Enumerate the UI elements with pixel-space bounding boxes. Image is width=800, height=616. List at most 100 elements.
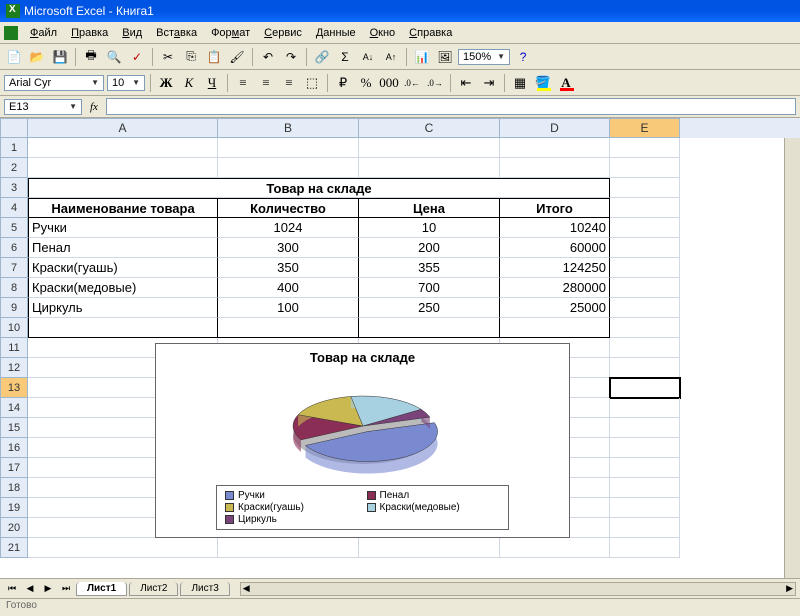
row-header[interactable]: 1 <box>0 138 28 158</box>
cell[interactable] <box>610 518 680 538</box>
formula-input[interactable] <box>106 98 796 115</box>
header-total[interactable]: Итого <box>500 198 610 218</box>
menu-format[interactable]: Формат <box>205 25 256 41</box>
data-price-cell[interactable]: 10 <box>359 218 500 238</box>
cell[interactable] <box>610 278 680 298</box>
data-name-cell[interactable]: Краски(гуашь) <box>28 258 218 278</box>
row-header[interactable]: 17 <box>0 458 28 478</box>
empty[interactable] <box>28 318 218 338</box>
cell[interactable] <box>610 298 680 318</box>
row-header[interactable]: 6 <box>0 238 28 258</box>
app-menu-icon[interactable] <box>4 26 18 40</box>
col-header-b[interactable]: B <box>218 118 359 138</box>
redo-icon[interactable]: ↷ <box>281 47 301 67</box>
cell[interactable] <box>218 158 359 178</box>
cell[interactable] <box>500 138 610 158</box>
data-qty-cell[interactable]: 100 <box>218 298 359 318</box>
currency-icon[interactable]: ₽ <box>333 73 353 93</box>
sort-asc-icon[interactable]: A↓ <box>358 47 378 67</box>
cell[interactable] <box>218 538 359 558</box>
copy-icon[interactable]: ⎘ <box>181 47 201 67</box>
menu-edit[interactable]: Правка <box>65 25 114 41</box>
cut-icon[interactable]: ✂ <box>158 47 178 67</box>
col-header-a[interactable]: A <box>28 118 218 138</box>
header-qty[interactable]: Количество <box>218 198 359 218</box>
row-header[interactable]: 14 <box>0 398 28 418</box>
col-header-d[interactable]: D <box>500 118 610 138</box>
row-header[interactable]: 18 <box>0 478 28 498</box>
paste-icon[interactable]: 📋 <box>204 47 224 67</box>
menu-help[interactable]: Справка <box>403 25 458 41</box>
tab-nav-first-icon[interactable]: ⏮ <box>4 582 20 596</box>
sheet-tab-1[interactable]: Лист1 <box>76 582 127 596</box>
row-header[interactable]: 20 <box>0 518 28 538</box>
font-size-dropdown[interactable]: 10 ▼ <box>107 75 145 91</box>
select-all-corner[interactable] <box>0 118 28 138</box>
cell[interactable] <box>218 138 359 158</box>
data-name-cell[interactable]: Циркуль <box>28 298 218 318</box>
cell[interactable] <box>610 258 680 278</box>
fx-icon[interactable]: fx <box>86 101 102 113</box>
row-header[interactable]: 11 <box>0 338 28 358</box>
col-header-e[interactable]: E <box>610 118 680 138</box>
percent-icon[interactable]: % <box>356 73 376 93</box>
font-color-icon[interactable]: А <box>556 73 576 93</box>
cell[interactable] <box>359 138 500 158</box>
data-qty-cell[interactable]: 1024 <box>218 218 359 238</box>
data-total-cell[interactable]: 124250 <box>500 258 610 278</box>
row-header[interactable]: 12 <box>0 358 28 378</box>
sheet-tab-3[interactable]: Лист3 <box>180 582 229 596</box>
help-icon[interactable]: ? <box>513 47 533 67</box>
row-header[interactable]: 15 <box>0 418 28 438</box>
cell[interactable] <box>610 478 680 498</box>
cell[interactable] <box>359 158 500 178</box>
header-name[interactable]: Наименование товара <box>28 198 218 218</box>
tab-nav-next-icon[interactable]: ▶ <box>40 582 56 596</box>
sort-desc-icon[interactable]: A↑ <box>381 47 401 67</box>
cell[interactable] <box>610 398 680 418</box>
row-header[interactable]: 16 <box>0 438 28 458</box>
print-preview-icon[interactable]: 🔍 <box>104 47 124 67</box>
tab-nav-prev-icon[interactable]: ◀ <box>22 582 38 596</box>
row-header[interactable]: 5 <box>0 218 28 238</box>
cell[interactable] <box>610 158 680 178</box>
data-price-cell[interactable]: 355 <box>359 258 500 278</box>
decrease-decimal-icon[interactable]: .0→ <box>425 73 445 93</box>
menu-view[interactable]: Вид <box>116 25 148 41</box>
row-header[interactable]: 21 <box>0 538 28 558</box>
cell[interactable] <box>610 418 680 438</box>
comma-icon[interactable]: 000 <box>379 73 399 93</box>
save-icon[interactable]: 💾 <box>50 47 70 67</box>
menu-window[interactable]: Окно <box>364 25 402 41</box>
row-header[interactable]: 13 <box>0 378 28 398</box>
increase-decimal-icon[interactable]: .0← <box>402 73 422 93</box>
align-center-icon[interactable]: ≡ <box>256 73 276 93</box>
cell[interactable] <box>610 198 680 218</box>
row-header[interactable]: 7 <box>0 258 28 278</box>
cell[interactable] <box>610 238 680 258</box>
cell[interactable] <box>610 178 680 198</box>
row-header[interactable]: 10 <box>0 318 28 338</box>
empty[interactable] <box>359 318 500 338</box>
menu-insert[interactable]: Вставка <box>150 25 203 41</box>
spellcheck-icon[interactable]: ✓ <box>127 47 147 67</box>
zoom-dropdown[interactable]: 150% ▼ <box>458 49 510 65</box>
cell[interactable] <box>610 358 680 378</box>
cell[interactable] <box>28 538 218 558</box>
data-qty-cell[interactable]: 350 <box>218 258 359 278</box>
row-header[interactable]: 3 <box>0 178 28 198</box>
align-left-icon[interactable]: ≡ <box>233 73 253 93</box>
cell[interactable] <box>610 318 680 338</box>
format-painter-icon[interactable]: 🖌 <box>227 47 247 67</box>
data-name-cell[interactable]: Пенал <box>28 238 218 258</box>
cell[interactable] <box>610 438 680 458</box>
hyperlink-icon[interactable]: 🔗 <box>312 47 332 67</box>
cell[interactable] <box>610 138 680 158</box>
merge-cells-icon[interactable]: ⬚ <box>302 73 322 93</box>
header-price[interactable]: Цена <box>359 198 500 218</box>
bold-button[interactable]: Ж <box>156 73 176 93</box>
data-price-cell[interactable]: 200 <box>359 238 500 258</box>
selected-cell[interactable] <box>610 378 680 398</box>
cell[interactable] <box>359 538 500 558</box>
data-qty-cell[interactable]: 400 <box>218 278 359 298</box>
